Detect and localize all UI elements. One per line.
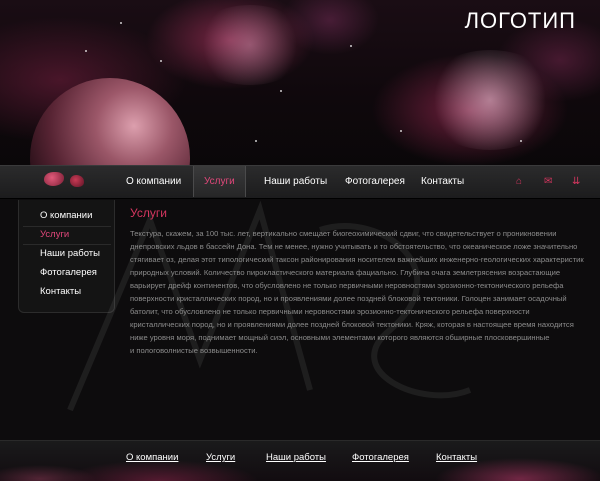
content-line: Текстура, скажем, за 100 тыс. лет, верти… xyxy=(130,229,557,238)
content-line: варьирует дрейф континентов, что обуслов… xyxy=(130,281,564,290)
planet-image xyxy=(30,78,190,165)
home-icon[interactable]: ⌂ xyxy=(516,176,522,187)
site-logo[interactable]: ЛОГОТИП xyxy=(465,8,576,34)
asteroid-icon xyxy=(70,175,84,187)
sidebar-item-contacts[interactable]: Контакты xyxy=(19,283,114,301)
content-line: батолит, что обусловлено не только перви… xyxy=(130,307,530,316)
sidebar-item-label: Наши работы xyxy=(40,248,100,259)
content-line: и пологоволнистые возвышенности. xyxy=(130,346,258,355)
star xyxy=(255,140,257,142)
sidebar-item-label: Фотогалерея xyxy=(40,267,97,278)
asteroid-icon xyxy=(44,172,64,186)
page-title: Услуги xyxy=(130,206,167,220)
content-line: днепровских льдов в бассейн Дона. Тем не… xyxy=(130,242,578,251)
star xyxy=(280,90,282,92)
content-body: Текстура, скажем, за 100 тыс. лет, верти… xyxy=(130,227,590,357)
footer-link-gallery[interactable]: Фотогалерея xyxy=(352,452,409,463)
sidebar-item-about[interactable]: О компании xyxy=(19,207,114,225)
sidebar-item-label: О компании xyxy=(40,210,93,221)
star xyxy=(85,50,87,52)
footer-link-works[interactable]: Наши работы xyxy=(266,452,326,463)
star xyxy=(350,45,352,47)
sidebar-menu: О компании Услуги Наши работы Фотогалере… xyxy=(18,200,115,313)
sidebar-item-gallery[interactable]: Фотогалерея xyxy=(19,264,114,282)
nav-item-contacts[interactable]: Контакты xyxy=(411,166,474,197)
content-line: поверхности кристаллических пород, но и … xyxy=(130,294,567,303)
nebula-glow xyxy=(420,50,560,150)
star xyxy=(520,140,522,142)
sidebar-item-services[interactable]: Услуги xyxy=(19,226,114,244)
footer: О компании Услуги Наши работы Фотогалере… xyxy=(0,440,600,481)
sidebar-item-works[interactable]: Наши работы xyxy=(19,245,114,263)
footer-link-services[interactable]: Услуги xyxy=(206,452,235,463)
star xyxy=(400,130,402,132)
header-banner: ЛОГОТИП xyxy=(0,0,600,165)
nebula-glow xyxy=(190,5,310,85)
footer-link-contacts[interactable]: Контакты xyxy=(436,452,477,463)
nav-item-services[interactable]: Услуги xyxy=(193,166,246,197)
sidebar-item-label: Контакты xyxy=(40,286,82,297)
star xyxy=(120,22,122,24)
sidebar-item-label: Услуги xyxy=(40,229,70,240)
nav-item-about[interactable]: О компании xyxy=(116,166,191,197)
sitemap-icon[interactable]: ⇊ xyxy=(572,176,580,187)
nav-item-works[interactable]: Наши работы xyxy=(254,166,337,197)
top-navigation: О компании Услуги Наши работы Фотогалере… xyxy=(0,165,600,199)
footer-link-about[interactable]: О компании xyxy=(126,452,178,463)
content-line: стягивает оз, делая этот типологический … xyxy=(130,255,584,264)
content-line: ниже уровня моря, поднимает мощный сиэл,… xyxy=(130,333,550,342)
mail-icon[interactable]: ✉ xyxy=(544,176,552,187)
content-line: кристаллических пород, но и проявлениями… xyxy=(130,320,574,329)
nav-item-gallery[interactable]: Фотогалерея xyxy=(335,166,415,197)
content-line: природных условий. Количество пирокласти… xyxy=(130,268,561,277)
star xyxy=(160,60,162,62)
